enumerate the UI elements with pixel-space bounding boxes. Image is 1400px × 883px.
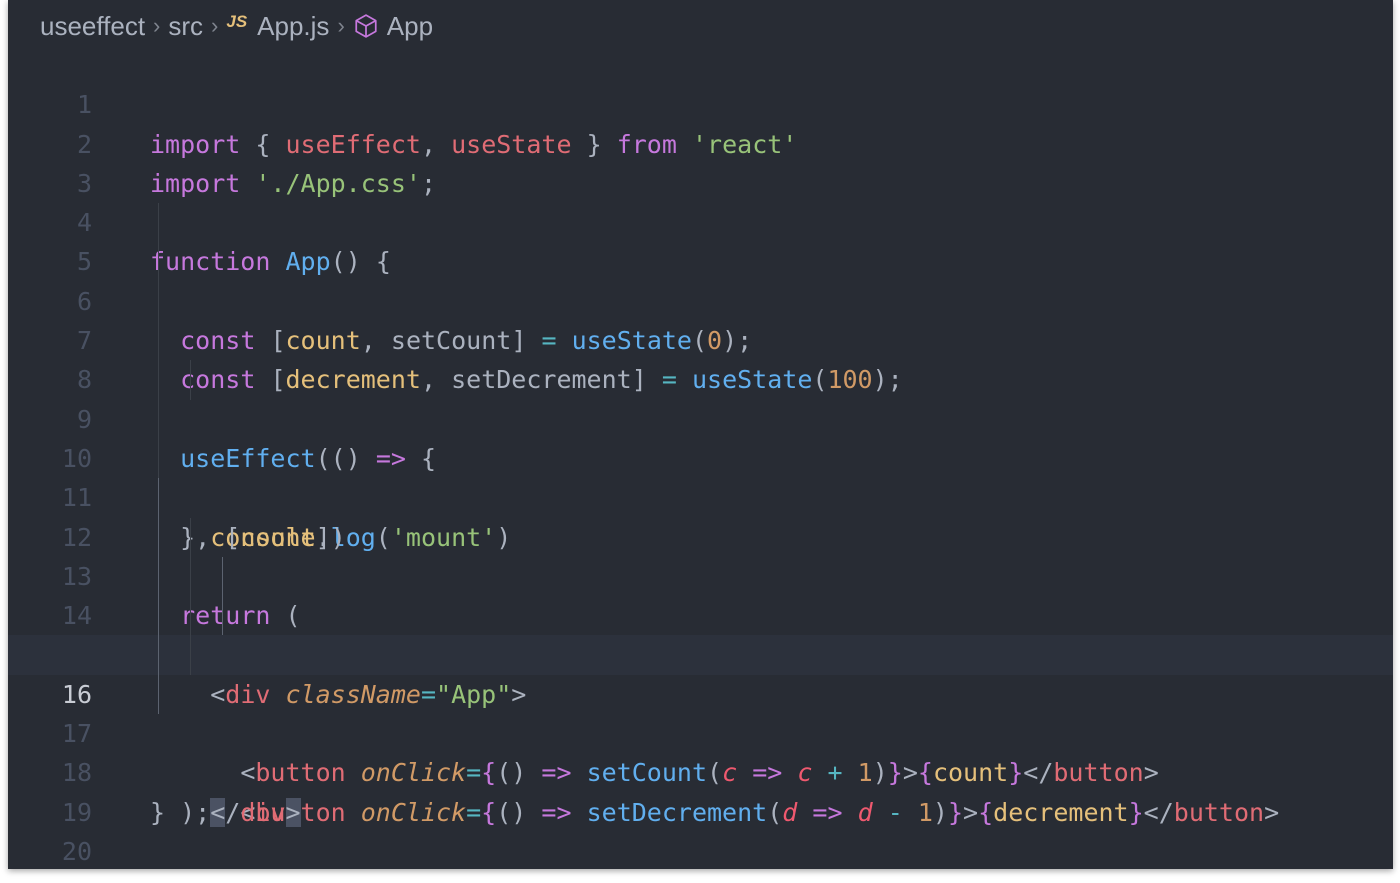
chevron-right-icon: › <box>153 13 161 38</box>
breadcrumb: useeffect › src › JS App.js › App <box>40 8 433 44</box>
indent-guide <box>222 596 223 636</box>
indent-guide <box>190 596 191 636</box>
code-line[interactable]: 17 ); <box>8 674 1393 827</box>
code-line[interactable]: 15 <button onClick={() => setDecrement(d… <box>8 596 1393 827</box>
code-line[interactable]: 19 <box>8 753 1393 827</box>
indent-guide <box>190 635 191 675</box>
indent-guide <box>158 203 159 243</box>
indent-guide <box>158 321 159 361</box>
code-line[interactable]: 3 <box>8 125 1393 198</box>
javascript-file-icon: JS <box>226 12 248 31</box>
indent-guide <box>158 556 159 597</box>
breadcrumb-symbol[interactable]: App <box>387 11 433 42</box>
code-line[interactable]: 7 <box>8 281 1393 355</box>
code-line[interactable]: 9 console.log('mount') <box>8 360 1393 552</box>
cube-icon <box>353 13 379 39</box>
indent-guide <box>190 517 191 557</box>
indent-guide <box>158 438 159 479</box>
indent-guide <box>222 556 223 597</box>
code-line[interactable]: 1 import { useEffect, useState } from 'r… <box>8 46 1393 158</box>
chevron-right-icon: › <box>211 13 219 38</box>
code-line[interactable]: 11 <box>8 438 1393 512</box>
code-line[interactable]: 14 <button onClick={() => setCount(c => … <box>8 556 1393 787</box>
code-line[interactable]: 12 return ( <box>8 478 1393 630</box>
indent-guide <box>158 517 159 557</box>
indent-guide <box>158 478 159 518</box>
code-line[interactable]: 4 function App() { <box>8 164 1393 276</box>
code-line[interactable]: 21 <box>8 832 1393 869</box>
code-area[interactable]: 1 import { useEffect, useState } from 'r… <box>8 46 1393 869</box>
code-line[interactable]: 8 useEffect(() => { <box>8 321 1393 473</box>
code-line[interactable]: 18 } <box>8 714 1393 826</box>
breadcrumb-folder[interactable]: useeffect <box>40 11 145 42</box>
breadcrumb-subfolder[interactable]: src <box>168 11 203 42</box>
code-line-active[interactable]: 16 </div> <box>8 635 1393 827</box>
code-editor[interactable]: useeffect › src › JS App.js › App 1 impo… <box>8 0 1393 869</box>
indent-guide <box>158 596 159 636</box>
indent-guide <box>190 360 191 400</box>
code-line[interactable]: 5 const [count, setCount] = useState(0); <box>8 203 1393 355</box>
indent-guide <box>158 281 159 322</box>
code-line[interactable]: 2 import './App.css'; <box>8 85 1393 198</box>
indent-guide <box>158 242 159 282</box>
code-line[interactable]: 13 <div className="App"> <box>8 517 1393 709</box>
chevron-right-icon: › <box>337 13 345 38</box>
code-line[interactable]: 20 export default App; <box>8 793 1393 866</box>
indent-guide <box>158 635 159 675</box>
code-line[interactable]: 10 }, [count]) <box>8 399 1393 552</box>
indent-guide <box>158 360 159 400</box>
breadcrumb-file[interactable]: App.js <box>257 11 329 42</box>
indent-guide <box>158 674 159 715</box>
code-line[interactable]: 6 const [decrement, setDecrement] = useS… <box>8 242 1393 394</box>
indent-guide <box>190 556 191 597</box>
indent-guide <box>158 399 159 439</box>
